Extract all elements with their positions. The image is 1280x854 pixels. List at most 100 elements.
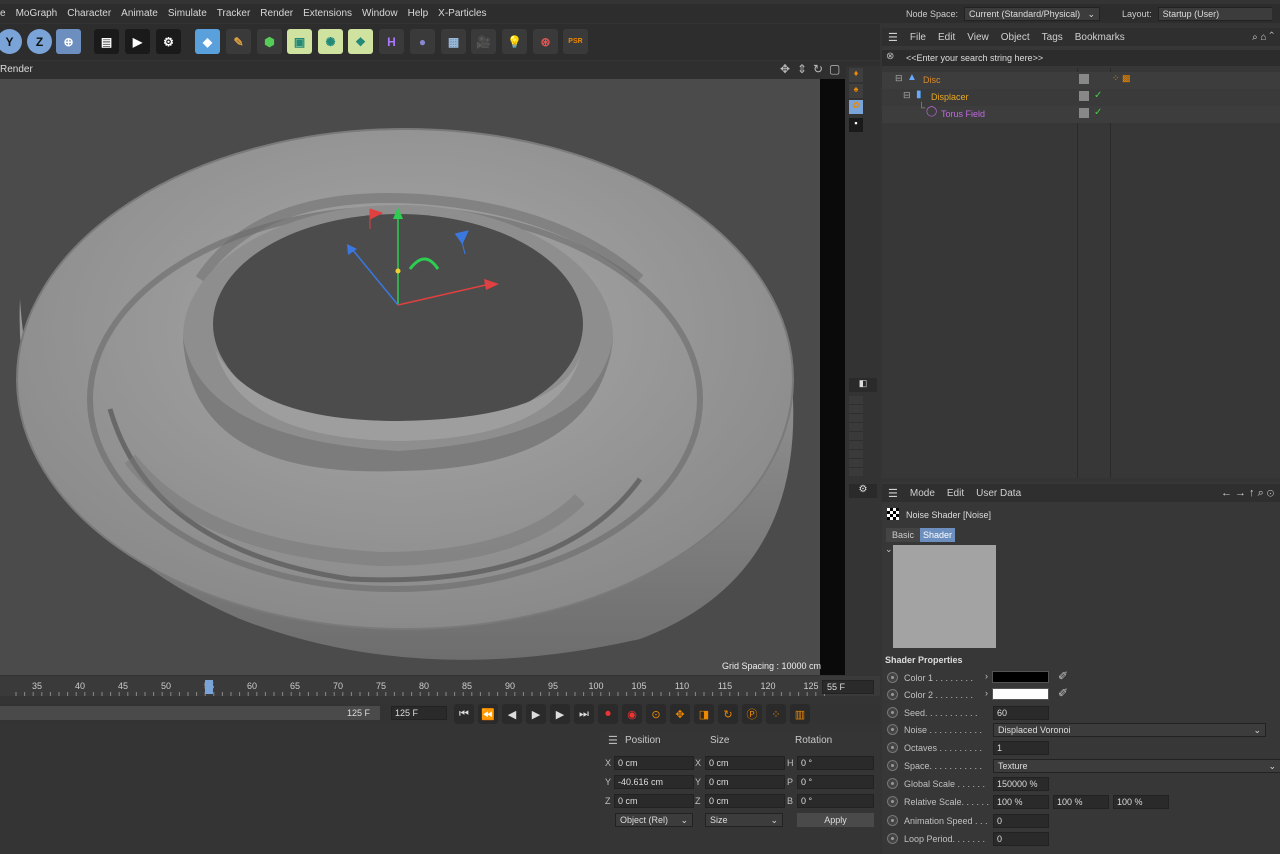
menu-x-particles[interactable]: X-Particles: [433, 8, 491, 19]
keyframe-selection-icon[interactable]: ⊙: [646, 704, 666, 724]
size-y-field[interactable]: 0 cm: [705, 775, 785, 789]
expand-icon[interactable]: ⊟: [895, 73, 903, 84]
nav-arrows-icon[interactable]: ← → ↑ ⌕ ⊙: [1215, 487, 1280, 500]
y-axis-icon[interactable]: Y: [0, 29, 22, 54]
animate-radio[interactable]: [887, 815, 898, 826]
menu-item[interactable]: e: [0, 8, 11, 19]
particle-icon[interactable]: ✿: [849, 100, 863, 114]
rotate-key-icon[interactable]: ↻: [718, 704, 738, 724]
arrow-icon[interactable]: ›: [985, 671, 988, 681]
object-row-displacer[interactable]: ⊟ ▮ Displacer ✓: [882, 89, 1280, 106]
am-menu-mode[interactable]: Mode: [904, 488, 941, 499]
floor-icon[interactable]: ▦: [441, 29, 466, 54]
menu-animate[interactable]: Animate: [116, 8, 163, 19]
pen-icon[interactable]: ✎: [226, 29, 251, 54]
node-space-dropdown[interactable]: Current (Standard/Physical) ⌄: [964, 6, 1101, 21]
range-slider[interactable]: [0, 706, 380, 720]
animate-radio[interactable]: [887, 778, 898, 789]
camera-icon[interactable]: 🎥: [471, 29, 496, 54]
menu-render[interactable]: Render: [255, 8, 298, 19]
animate-radio[interactable]: [887, 672, 898, 683]
pla-key-icon[interactable]: ⁘: [766, 704, 786, 724]
tab-shader[interactable]: Shader: [920, 528, 955, 542]
animate-radio[interactable]: [887, 689, 898, 700]
octaves-field[interactable]: 1: [993, 741, 1049, 755]
tag-icon[interactable]: ⁘ ▩: [1112, 73, 1131, 84]
om-menu-edit[interactable]: Edit: [932, 32, 961, 43]
settings-gear-icon[interactable]: ⚙: [849, 484, 877, 498]
om-menu-object[interactable]: Object: [995, 32, 1036, 43]
scale-key-icon[interactable]: ◨: [694, 704, 714, 724]
scene-icon[interactable]: ●: [410, 29, 435, 54]
position-x-field[interactable]: 0 cm: [614, 756, 694, 770]
animate-radio[interactable]: [887, 833, 898, 844]
film-strip-icon[interactable]: ▥: [790, 704, 810, 724]
global-scale-field[interactable]: 150000 %: [993, 777, 1049, 791]
layer-icon[interactable]: ◧: [849, 378, 877, 392]
seed-field[interactable]: 60: [993, 706, 1049, 720]
layer-swatch[interactable]: [1079, 74, 1089, 84]
animate-radio[interactable]: [887, 760, 898, 771]
menu-help[interactable]: Help: [403, 8, 434, 19]
menu-simulate[interactable]: Simulate: [163, 8, 212, 19]
tool-strip[interactable]: [849, 396, 863, 476]
search-icon[interactable]: ⌕ ⌂ ⌃: [1246, 32, 1280, 43]
render-settings-icon[interactable]: ⚙: [156, 29, 181, 54]
psr-icon[interactable]: PSR: [563, 29, 588, 54]
autokey-icon[interactable]: ◉: [622, 704, 642, 724]
animation-speed-field[interactable]: 0: [993, 814, 1049, 828]
playhead[interactable]: [205, 680, 213, 694]
om-menu-tags[interactable]: Tags: [1036, 32, 1069, 43]
am-menu-user-data[interactable]: User Data: [970, 488, 1027, 499]
subdivision-icon[interactable]: ⬢: [257, 29, 282, 54]
layout-dropdown[interactable]: Startup (User): [1157, 6, 1272, 21]
hamburger-icon[interactable]: ☰: [882, 31, 904, 44]
maximize-view-icon[interactable]: ▢: [829, 62, 840, 76]
emitter-icon[interactable]: ♠: [849, 84, 863, 98]
position-y-field[interactable]: -40.616 cm: [614, 775, 694, 789]
collapse-icon[interactable]: ⌄: [885, 544, 893, 555]
timeline-ruler[interactable]: 3540455055606570758085909510010511011512…: [0, 676, 880, 696]
render-view-icon[interactable]: ▤: [94, 29, 119, 54]
cloner-icon[interactable]: ▣: [287, 29, 312, 54]
color1-swatch[interactable]: [992, 671, 1049, 683]
apply-button[interactable]: Apply: [797, 813, 874, 827]
rotate-view-icon[interactable]: ↻: [813, 62, 823, 76]
expand-icon[interactable]: ⊟: [903, 90, 911, 101]
hamburger-icon[interactable]: ☰: [608, 734, 618, 747]
viewport-render-menu[interactable]: Render: [0, 64, 33, 75]
search-bar[interactable]: ⊗ <<Enter your search string here>>: [882, 50, 1280, 66]
deformer-icon[interactable]: ✺: [318, 29, 343, 54]
field-icon[interactable]: H: [379, 29, 404, 54]
object-row-torus-field[interactable]: └ ◯ Torus Field ✓: [882, 103, 1280, 123]
animate-radio[interactable]: [887, 742, 898, 753]
menu-mograph[interactable]: MoGraph: [11, 8, 63, 19]
cube-icon[interactable]: ◆: [195, 29, 220, 54]
rotation-p-field[interactable]: 0 °: [797, 775, 874, 789]
move-key-icon[interactable]: ✥: [670, 704, 690, 724]
om-menu-bookmarks[interactable]: Bookmarks: [1069, 32, 1131, 43]
flame-icon[interactable]: ♦: [849, 68, 863, 82]
prev-frame-icon[interactable]: ◀: [502, 704, 522, 724]
layer-swatch[interactable]: [1079, 91, 1089, 101]
relative-scale-z-field[interactable]: 100 %: [1113, 795, 1169, 809]
next-frame-icon[interactable]: ▶: [550, 704, 570, 724]
menu-window[interactable]: Window: [357, 8, 403, 19]
layer-swatch[interactable]: [1079, 108, 1089, 118]
zoom-view-icon[interactable]: ⇕: [797, 62, 807, 76]
relative-scale-x-field[interactable]: 100 %: [993, 795, 1049, 809]
space-dropdown[interactable]: Texture ⌄: [993, 759, 1280, 773]
eyedropper-icon[interactable]: ✐: [1058, 686, 1068, 700]
go-to-end-icon[interactable]: ⏭: [574, 704, 594, 724]
loop-period-field[interactable]: 0: [993, 832, 1049, 846]
mograph-icon[interactable]: ❖: [348, 29, 373, 54]
om-menu-file[interactable]: File: [904, 32, 932, 43]
light-icon[interactable]: 💡: [502, 29, 527, 54]
prev-key-icon[interactable]: ⏪: [478, 704, 498, 724]
color2-swatch[interactable]: [992, 688, 1049, 700]
menu-extensions[interactable]: Extensions: [298, 8, 357, 19]
position-z-field[interactable]: 0 cm: [614, 794, 694, 808]
clapper-icon[interactable]: ▪: [849, 118, 863, 132]
menu-character[interactable]: Character: [62, 8, 116, 19]
go-to-start-icon[interactable]: ⏮: [454, 704, 474, 724]
